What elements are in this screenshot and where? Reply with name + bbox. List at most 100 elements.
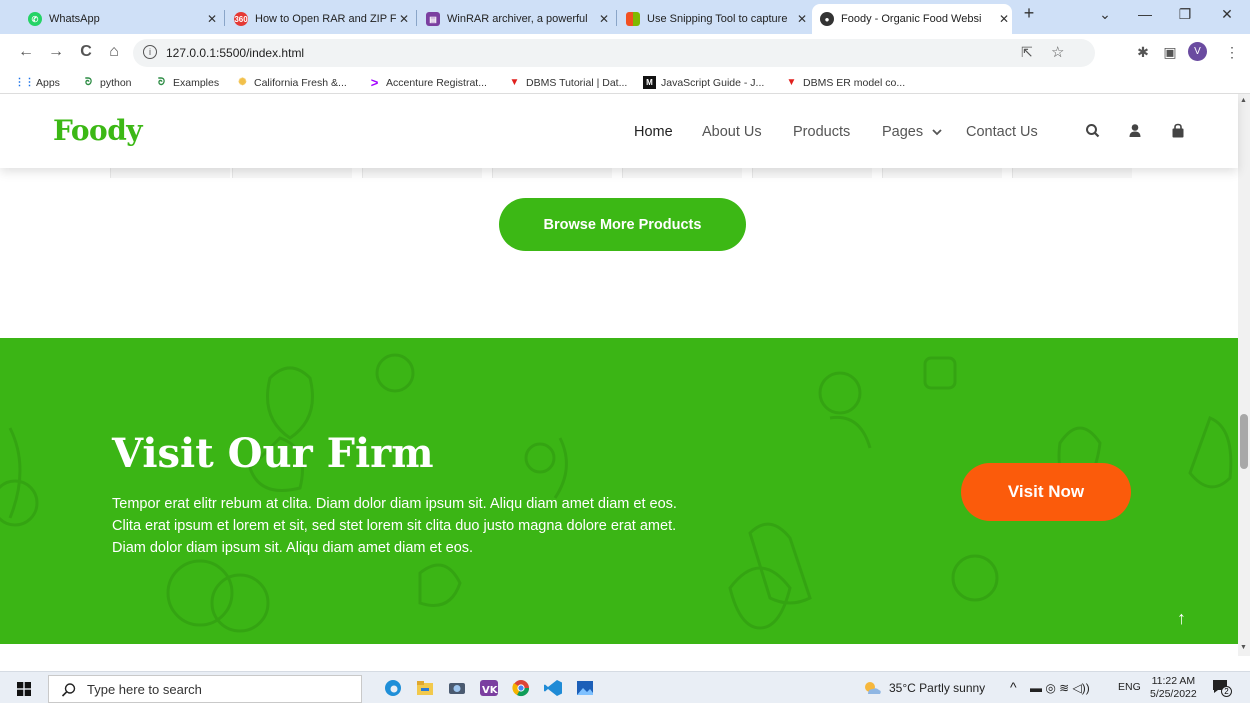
page-scrollbar[interactable]: ▲ ▼	[1238, 94, 1250, 656]
bookmark-javascript-guide[interactable]: M JavaScript Guide - J...	[643, 76, 764, 89]
bookmark-star-icon[interactable]: ☆	[1051, 43, 1064, 61]
chevron-down-icon	[932, 129, 942, 136]
file-explorer-icon[interactable]	[415, 679, 435, 697]
tab-title: How to Open RAR and ZIP Fi	[255, 13, 396, 25]
back-icon[interactable]: ←	[16, 43, 36, 61]
tray-overflow-chevron-icon[interactable]: ^	[1010, 679, 1017, 695]
extensions-icon[interactable]: ✱	[1133, 44, 1153, 61]
language-indicator[interactable]: ENG	[1118, 681, 1141, 693]
product-card-edge	[1012, 168, 1132, 178]
apps-grid-icon: ⋮⋮	[14, 77, 35, 88]
close-window-button[interactable]: ✕	[1212, 6, 1242, 23]
scroll-up-arrow-icon[interactable]: ▲	[1240, 97, 1247, 104]
tray-app-icons[interactable]: ▬ ◎ ≋ ◁))	[1030, 681, 1090, 695]
tab-title: WinRAR archiver, a powerful	[447, 13, 588, 25]
windows-start-icon[interactable]	[17, 682, 31, 696]
nav-pages[interactable]: Pages	[882, 124, 942, 140]
vscode-icon[interactable]	[543, 679, 563, 697]
profile-avatar[interactable]: V	[1188, 42, 1207, 61]
tab-title: WhatsApp	[49, 13, 100, 25]
url-text[interactable]: 127.0.0.1:5500/index.html	[166, 46, 304, 60]
bookmark-accenture[interactable]: > Accenture Registrat...	[368, 75, 487, 90]
visit-firm-section: Visit Our Firm Tempor erat elitr rebum a…	[0, 338, 1238, 644]
accenture-icon: >	[370, 75, 379, 90]
tab-separator	[416, 10, 417, 26]
camera-app-icon[interactable]	[447, 679, 467, 697]
page-viewport: Foody Home About Us Products Pages Conta…	[0, 94, 1250, 656]
site-logo[interactable]: Foody	[53, 114, 143, 147]
home-icon[interactable]: ⌂	[104, 43, 124, 61]
product-card-edge	[110, 168, 230, 178]
edge-icon[interactable]	[383, 679, 403, 697]
taskbar-clock[interactable]: 11:22 AM 5/25/2022	[1150, 675, 1197, 701]
scrollbar-thumb[interactable]	[1240, 414, 1248, 469]
bookmark-dbms-er[interactable]: ▼ DBMS ER model co...	[785, 76, 906, 89]
tab-foody[interactable]: ● Foody - Organic Food Websi ✕	[812, 4, 1012, 34]
info-icon[interactable]: i	[143, 45, 157, 59]
svg-text:VK: VK	[482, 685, 499, 696]
tab-search-chevron-icon[interactable]: ⌄	[1090, 6, 1120, 23]
bookmark-apps[interactable]: ⋮⋮ Apps	[14, 76, 60, 89]
shopping-bag-icon[interactable]	[1169, 122, 1187, 140]
address-toolbar: ← → C ⌂ i 127.0.0.1:5500/index.html ⇱ ☆ …	[0, 34, 1250, 72]
reload-icon[interactable]: C	[76, 43, 96, 61]
vk-app-icon[interactable]: VK	[479, 679, 499, 697]
tab-title: Use Snipping Tool to capture	[647, 13, 788, 25]
tab-separator	[224, 10, 225, 26]
close-icon[interactable]: ✕	[996, 12, 1012, 26]
nav-products[interactable]: Products	[793, 124, 850, 140]
product-card-edge	[492, 168, 612, 178]
new-tab-button[interactable]: +	[1014, 3, 1044, 24]
bookmark-label: DBMS Tutorial | Dat...	[526, 76, 628, 89]
browse-more-products-button[interactable]: Browse More Products	[499, 198, 746, 251]
taskbar-search-box[interactable]: Type here to search	[48, 675, 362, 703]
tab-winrar[interactable]: ▤ WinRAR archiver, a powerful ✕	[418, 4, 612, 34]
notification-center-icon[interactable]: 2	[1212, 679, 1232, 697]
bookmarks-bar: ⋮⋮ Apps ᘐ python ᘐ Examples ✺ California Fre…	[0, 72, 1250, 94]
forward-icon[interactable]: →	[46, 43, 66, 61]
whatsapp-icon: ✆	[28, 12, 42, 26]
tab-rar-zip[interactable]: 360 How to Open RAR and ZIP Fi ✕	[226, 4, 412, 34]
tab-snipping-tool[interactable]: Use Snipping Tool to capture ✕	[618, 4, 810, 34]
tab-whatsapp[interactable]: ✆ WhatsApp ✕	[20, 4, 220, 34]
weather-text[interactable]: 35°C Partly sunny	[889, 681, 985, 695]
address-bar[interactable]: i 127.0.0.1:5500/index.html ⇱ ☆	[133, 39, 1095, 67]
nav-contact[interactable]: Contact Us	[966, 124, 1038, 140]
photos-app-icon[interactable]	[575, 679, 595, 697]
clock-date: 5/25/2022	[1150, 688, 1197, 700]
share-icon[interactable]: ⇱	[1021, 44, 1033, 61]
tutorialspoint-icon: ▼	[509, 77, 520, 88]
bookmark-label: JavaScript Guide - J...	[661, 76, 765, 89]
bookmark-label: California Fresh &...	[254, 76, 347, 89]
bookmark-dbms-tutorial[interactable]: ▼ DBMS Tutorial | Dat...	[508, 76, 628, 89]
scroll-down-arrow-icon[interactable]: ▼	[1240, 644, 1247, 651]
product-card-edge	[622, 168, 742, 178]
minimize-button[interactable]: —	[1130, 6, 1160, 22]
close-icon[interactable]: ✕	[794, 12, 810, 26]
bookmark-california-fresh[interactable]: ✺ California Fresh &...	[236, 76, 347, 89]
back-to-top-arrow-icon[interactable]: ↑	[1177, 608, 1186, 629]
nav-pages-label: Pages	[882, 124, 924, 140]
close-icon[interactable]: ✕	[396, 12, 412, 26]
clock-time: 11:22 AM	[1151, 675, 1196, 687]
nav-about[interactable]: About Us	[702, 124, 762, 140]
product-card-edge	[232, 168, 352, 178]
visit-now-button[interactable]: Visit Now	[961, 463, 1131, 521]
bookmark-python[interactable]: ᘐ python	[82, 76, 132, 89]
winrar-icon: ▤	[426, 12, 440, 26]
user-icon[interactable]	[1126, 122, 1144, 140]
weather-sun-cloud-icon[interactable]	[862, 680, 882, 696]
site-navbar: Foody Home About Us Products Pages Conta…	[0, 94, 1238, 168]
close-icon[interactable]: ✕	[204, 12, 220, 26]
menu-kebab-icon[interactable]: ⋮	[1222, 44, 1242, 61]
bookmark-label: Accenture Registrat...	[386, 76, 487, 89]
search-icon[interactable]	[1084, 122, 1102, 140]
tutorialspoint-icon: ▼	[786, 77, 797, 88]
side-panel-icon[interactable]: ▣	[1160, 44, 1180, 61]
tab-title: Foody - Organic Food Websi	[841, 13, 982, 25]
restore-button[interactable]: ❐	[1170, 6, 1200, 23]
chrome-icon[interactable]	[511, 679, 531, 697]
close-icon[interactable]: ✕	[596, 12, 612, 26]
bookmark-examples[interactable]: ᘐ Examples	[155, 76, 219, 89]
nav-home[interactable]: Home	[634, 124, 673, 140]
